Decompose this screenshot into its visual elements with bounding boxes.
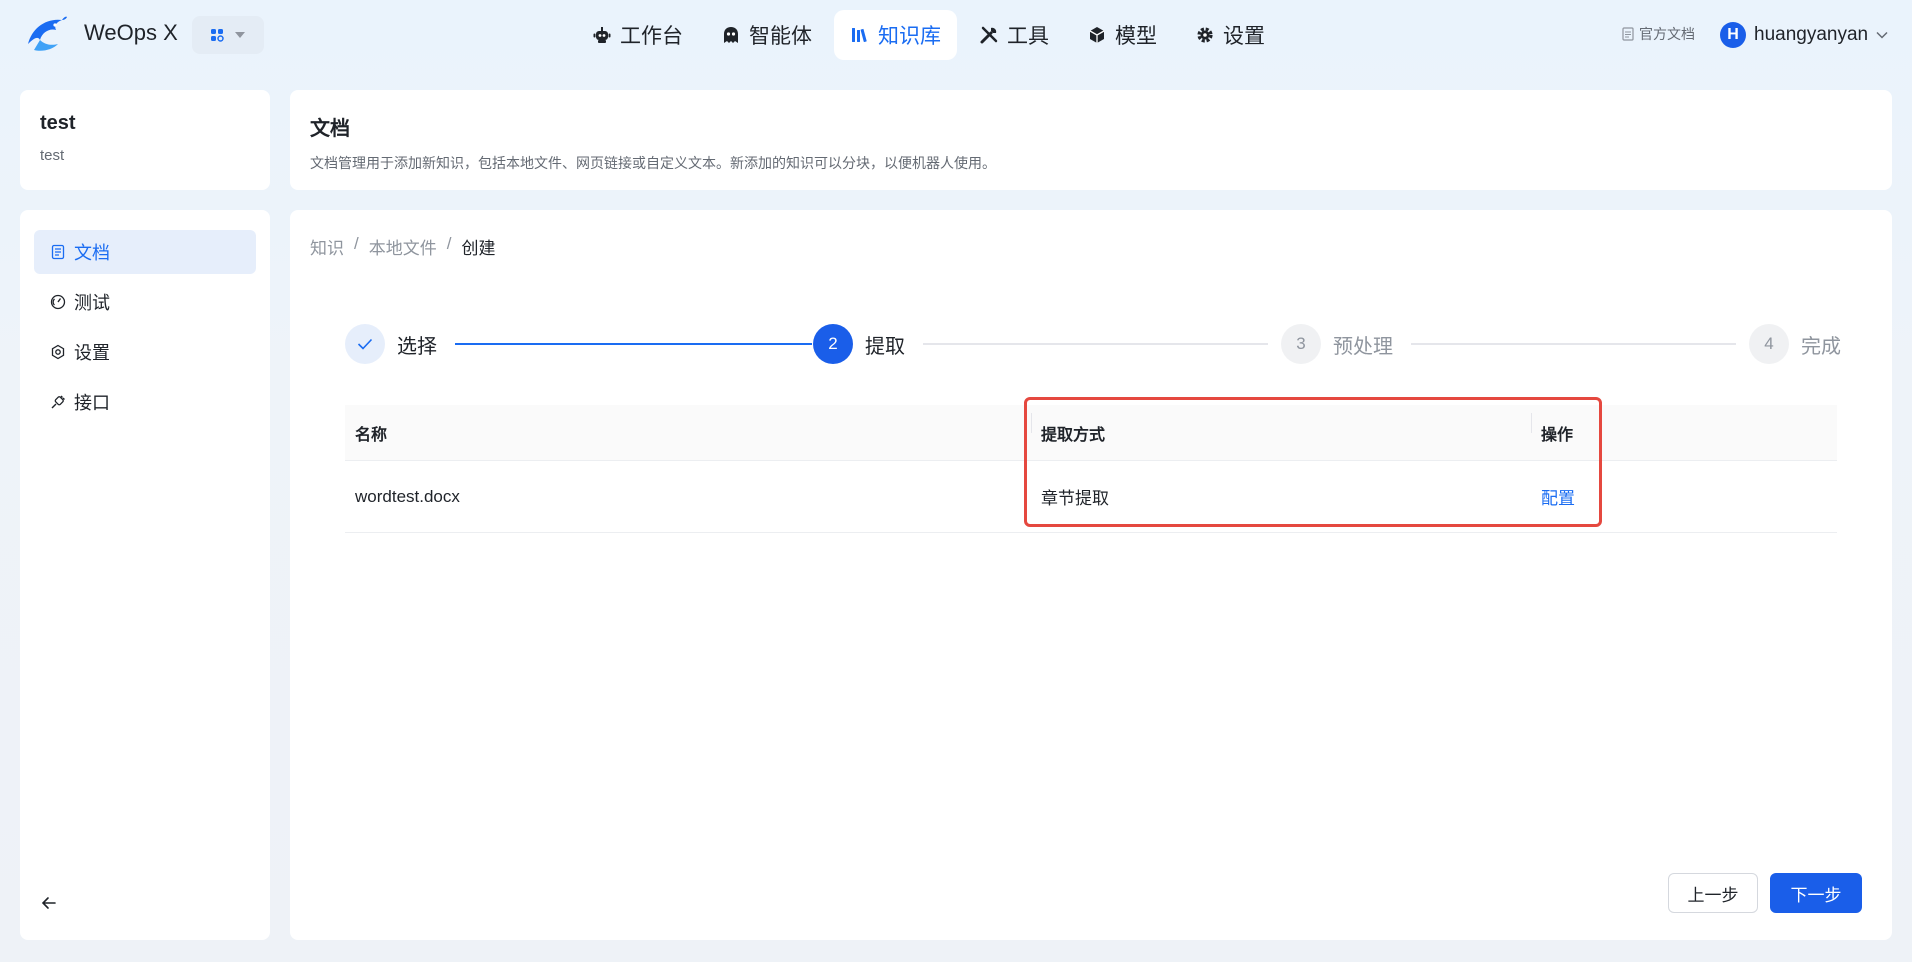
file-name: wordtest.docx [355,486,460,506]
doc-icon [1622,27,1634,41]
username: huangyanyan [1754,24,1869,45]
ghost-icon [724,27,738,43]
step-number: 4 [1749,324,1789,364]
app-grid-icon [211,29,224,42]
nav-models[interactable]: 模型 [1071,10,1173,60]
step-label: 提取 [865,335,905,358]
brand-name: WeOps X [84,20,178,45]
tools-icon [980,26,998,44]
books-icon [852,28,867,43]
chevron-down-icon [1876,31,1888,39]
official-docs-link[interactable]: 官方文档 [1622,24,1695,44]
page-description: 文档管理用于添加新知识，包括本地文件、网页链接或自定义文本。新添加的知识可以分块… [310,155,996,171]
files-table: 名称 提取方式 操作 wordtest.docx 章节提取 配置 [345,405,1837,533]
nav-label: 工具 [1007,25,1049,48]
nav-knowledge[interactable]: 知识库 [834,10,957,60]
sidebar-item-test[interactable]: 测试 [34,280,256,324]
step-check-icon [345,324,385,364]
sidebar-item-label: 设置 [74,343,110,363]
plug-icon [51,395,65,409]
main-nav: 工作台 智能体 知识库 工具 模型 设置 [576,10,1281,60]
column-header-operation: 操作 [1531,412,1837,445]
doc-link-label: 官方文档 [1639,26,1695,42]
nav-label: 智能体 [749,25,812,48]
step-number: 3 [1281,324,1321,364]
nav-label: 模型 [1115,25,1157,48]
nav-agents[interactable]: 智能体 [705,10,828,60]
gear-icon [1197,27,1213,43]
column-header-name: 名称 [355,426,388,444]
sidebar: 文档 测试 设置 接口 [20,210,270,940]
configure-link[interactable]: 配置 [1541,489,1575,508]
step-label: 选择 [397,335,437,358]
step-number: 2 [813,324,853,364]
app-switcher[interactable] [192,16,264,54]
knowledge-info-card: test test [20,90,270,190]
main-panel: 知识 / 本地文件 / 创建 选择 2 提取 3 预处理 4 完成 名称 提取方… [290,210,1892,940]
sidebar-item-label: 文档 [74,243,110,263]
step-finish: 4 完成 [1749,324,1841,364]
nav-label: 知识库 [878,25,941,48]
breadcrumb: 知识 / 本地文件 / 创建 [310,234,495,259]
sidebar-item-documents[interactable]: 文档 [34,230,256,274]
sidebar-item-label: 测试 [74,293,110,313]
next-step-button[interactable]: 下一步 [1770,873,1862,913]
document-icon [51,244,65,260]
nav-tools[interactable]: 工具 [963,10,1065,60]
step-label: 完成 [1801,335,1841,358]
extraction-method: 章节提取 [1041,489,1109,508]
caret-down-icon [235,32,245,38]
previous-step-button[interactable]: 上一步 [1668,873,1758,913]
step-select: 选择 [345,324,437,364]
arrow-left-icon[interactable] [38,892,60,914]
nav-label: 工作台 [620,25,683,48]
settings-icon [51,344,65,360]
breadcrumb-item-local-file[interactable]: 本地文件 [369,234,437,259]
knowledge-description: test [40,147,65,164]
nav-label: 设置 [1223,25,1265,48]
column-header-method: 提取方式 [1031,412,1531,445]
breadcrumb-item-knowledge[interactable]: 知识 [310,234,344,259]
sidebar-item-label: 接口 [74,393,110,413]
gauge-icon [50,294,66,310]
step-label: 预处理 [1333,335,1393,358]
dolphin-logo-icon[interactable] [24,14,68,54]
breadcrumb-item-create: 创建 [461,239,496,258]
page-title: 文档 [310,118,350,140]
sidebar-item-api[interactable]: 接口 [34,380,256,424]
top-header: WeOps X 工作台 智能体 知识库 工具 模型 设置 官方文档 H huan… [0,0,1912,72]
nav-settings[interactable]: 设置 [1179,10,1281,60]
step-connector [1411,343,1736,345]
steps: 选择 2 提取 3 预处理 4 完成 [345,324,1850,368]
robot-icon [593,27,611,43]
step-connector [455,343,812,345]
breadcrumb-separator: / [354,234,359,253]
table-row: wordtest.docx 章节提取 配置 [345,461,1837,533]
cube-icon [1089,27,1105,43]
nav-workbench[interactable]: 工作台 [576,10,699,60]
page-intro: 文档 文档管理用于添加新知识，包括本地文件、网页链接或自定义文本。新添加的知识可… [290,90,1892,190]
user-menu[interactable]: H huangyanyan [1720,22,1888,48]
step-connector [923,343,1268,345]
table-header: 名称 提取方式 操作 [345,405,1837,461]
knowledge-name: test [40,112,76,134]
breadcrumb-separator: / [446,234,452,253]
avatar: H [1720,22,1746,48]
sidebar-item-settings[interactable]: 设置 [34,330,256,374]
step-preprocess: 3 预处理 [1281,324,1393,364]
step-extract: 2 提取 [813,324,905,364]
